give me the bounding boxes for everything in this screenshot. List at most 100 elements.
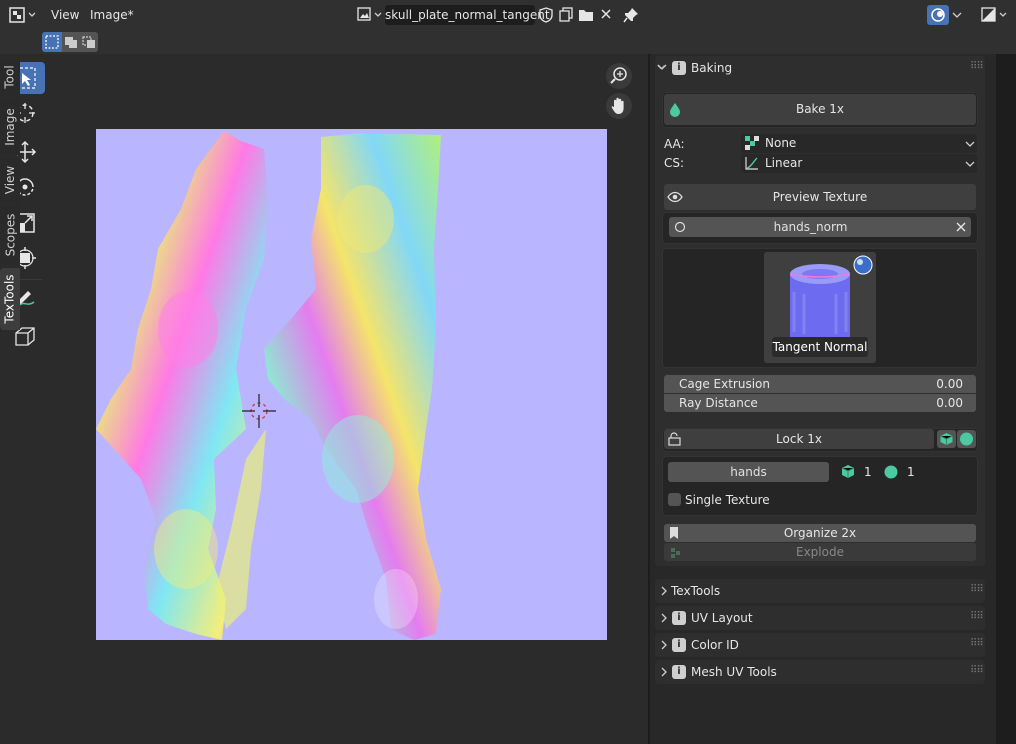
zoom-button[interactable]: [606, 63, 632, 89]
mesh-count: 1: [864, 465, 872, 479]
info-icon: i: [672, 611, 686, 625]
zoom-icon: [610, 67, 627, 84]
aa-dropdown[interactable]: None: [741, 134, 977, 153]
curve-icon: [745, 157, 758, 170]
circle-icon: [674, 221, 686, 233]
drop-icon: [670, 103, 680, 117]
select-mesh-button[interactable]: [937, 430, 956, 448]
cage-label: Cage Extrusion: [679, 377, 771, 391]
baking-panel-title[interactable]: Baking: [691, 61, 732, 75]
material-count: 1: [907, 465, 915, 479]
select-mode-new[interactable]: [42, 32, 62, 52]
select-extend-icon: [65, 37, 77, 48]
organize-button[interactable]: Organize 2x: [664, 524, 976, 542]
folder-icon: [579, 10, 593, 21]
menu-view[interactable]: View: [51, 5, 79, 25]
info-icon: i: [672, 61, 686, 75]
display-channels-icon: [981, 7, 1007, 22]
chevron-right-icon: [661, 667, 667, 677]
panel-title: Color ID: [691, 638, 739, 652]
chevron-right-icon: [661, 586, 667, 596]
select-new-icon: [45, 35, 59, 49]
shield-icon: [539, 7, 553, 23]
panel-title: TexTools: [671, 584, 721, 598]
select-subtract-icon: [82, 36, 95, 48]
material-sphere-icon: [960, 432, 973, 446]
duplicate-icon: [559, 7, 573, 22]
image-browse-icon: [357, 7, 382, 21]
close-icon: [601, 9, 611, 19]
drag-handle-icon[interactable]: ⠿⠿: [970, 638, 984, 649]
select-mode-subtract[interactable]: [80, 32, 98, 52]
cs-label: CS:: [664, 156, 685, 170]
texture-clear-button[interactable]: [952, 217, 971, 237]
panel-title: UV Layout: [691, 611, 753, 625]
texture-name-field[interactable]: hands_norm: [669, 217, 952, 237]
image-canvas[interactable]: [96, 129, 607, 640]
image-editor-icon: [9, 7, 36, 23]
aa-label: AA:: [664, 137, 685, 151]
drag-handle-icon[interactable]: ⠿⠿: [970, 61, 984, 72]
close-icon: [956, 222, 966, 232]
mesh-uv-tools-panel[interactable]: i Mesh UV Tools ⠿⠿: [655, 660, 985, 684]
chevron-down-icon[interactable]: [656, 63, 668, 73]
unlink-image-button[interactable]: [599, 6, 613, 24]
lock-button[interactable]: Lock 1x: [664, 429, 934, 449]
gizmo-icon: [931, 8, 945, 22]
gizmo-dropdown[interactable]: [950, 6, 964, 24]
image-name-field[interactable]: skull_plate_normal_tangent: [385, 5, 550, 25]
menu-image[interactable]: Image*: [90, 5, 134, 25]
open-image-button[interactable]: [578, 6, 594, 24]
cube-icon: [841, 465, 855, 478]
bake-mode-preview[interactable]: Tangent Normal: [764, 252, 876, 363]
image-name: skull_plate_normal_tangent: [385, 8, 550, 22]
pan-button[interactable]: [606, 93, 632, 119]
editor-header: View Image* skull_plate_normal_tangent: [0, 0, 1016, 30]
drag-handle-icon[interactable]: ⠿⠿: [970, 611, 984, 622]
tab-textools[interactable]: TexTools: [0, 268, 20, 330]
tab-image[interactable]: Image: [0, 99, 20, 155]
drag-handle-icon[interactable]: ⠿⠿: [970, 665, 984, 676]
cage-extrusion-field[interactable]: Cage Extrusion 0.00: [664, 375, 976, 393]
drag-handle-icon[interactable]: ⠿⠿: [970, 584, 984, 595]
info-icon: i: [672, 665, 686, 679]
normal-map-image: [96, 131, 441, 640]
new-image-button[interactable]: [558, 6, 574, 24]
editor-type-button[interactable]: [8, 6, 38, 24]
tab-scopes[interactable]: Scopes: [0, 205, 20, 265]
pin-button[interactable]: [622, 6, 640, 24]
tab-view[interactable]: View: [0, 158, 20, 202]
tool-settings-bar: [0, 30, 1016, 54]
gizmo-toggle-button[interactable]: [927, 5, 949, 25]
chevron-down-icon: [965, 161, 975, 167]
ray-label: Ray Distance: [679, 396, 758, 410]
select-mode-extend[interactable]: [62, 32, 80, 52]
textools-panel[interactable]: TexTools ⠿⠿: [655, 579, 985, 603]
2d-cursor-icon[interactable]: [240, 392, 278, 430]
single-texture-label[interactable]: Single Texture: [685, 493, 770, 507]
display-channels-button[interactable]: [980, 6, 1010, 24]
cs-dropdown[interactable]: Linear: [741, 154, 977, 173]
set-name-field[interactable]: hands: [668, 462, 829, 482]
tab-tool[interactable]: Tool: [0, 58, 20, 96]
single-texture-checkbox[interactable]: [668, 493, 681, 506]
color-id-panel[interactable]: i Color ID ⠿⠿: [655, 633, 985, 657]
hand-icon: [611, 97, 624, 114]
bake-button[interactable]: Bake 1x: [664, 94, 976, 125]
chevron-right-icon: [661, 613, 667, 623]
explode-icon: [671, 548, 680, 558]
explode-button[interactable]: Explode: [664, 543, 976, 561]
chevron-down-icon: [952, 12, 962, 18]
fake-user-button[interactable]: [538, 6, 554, 24]
select-material-button[interactable]: [957, 430, 976, 448]
eye-icon: [667, 191, 683, 203]
set-name: hands: [730, 465, 767, 479]
uv-layout-panel[interactable]: i UV Layout ⠿⠿: [655, 606, 985, 630]
cs-value: Linear: [765, 156, 803, 170]
ray-distance-field[interactable]: Ray Distance 0.00: [664, 394, 976, 412]
info-icon: i: [672, 638, 686, 652]
preview-texture-button[interactable]: Preview Texture: [664, 184, 976, 210]
lock-icon: [668, 432, 681, 446]
image-browse-button[interactable]: [356, 6, 384, 24]
pin-icon: [623, 8, 638, 23]
